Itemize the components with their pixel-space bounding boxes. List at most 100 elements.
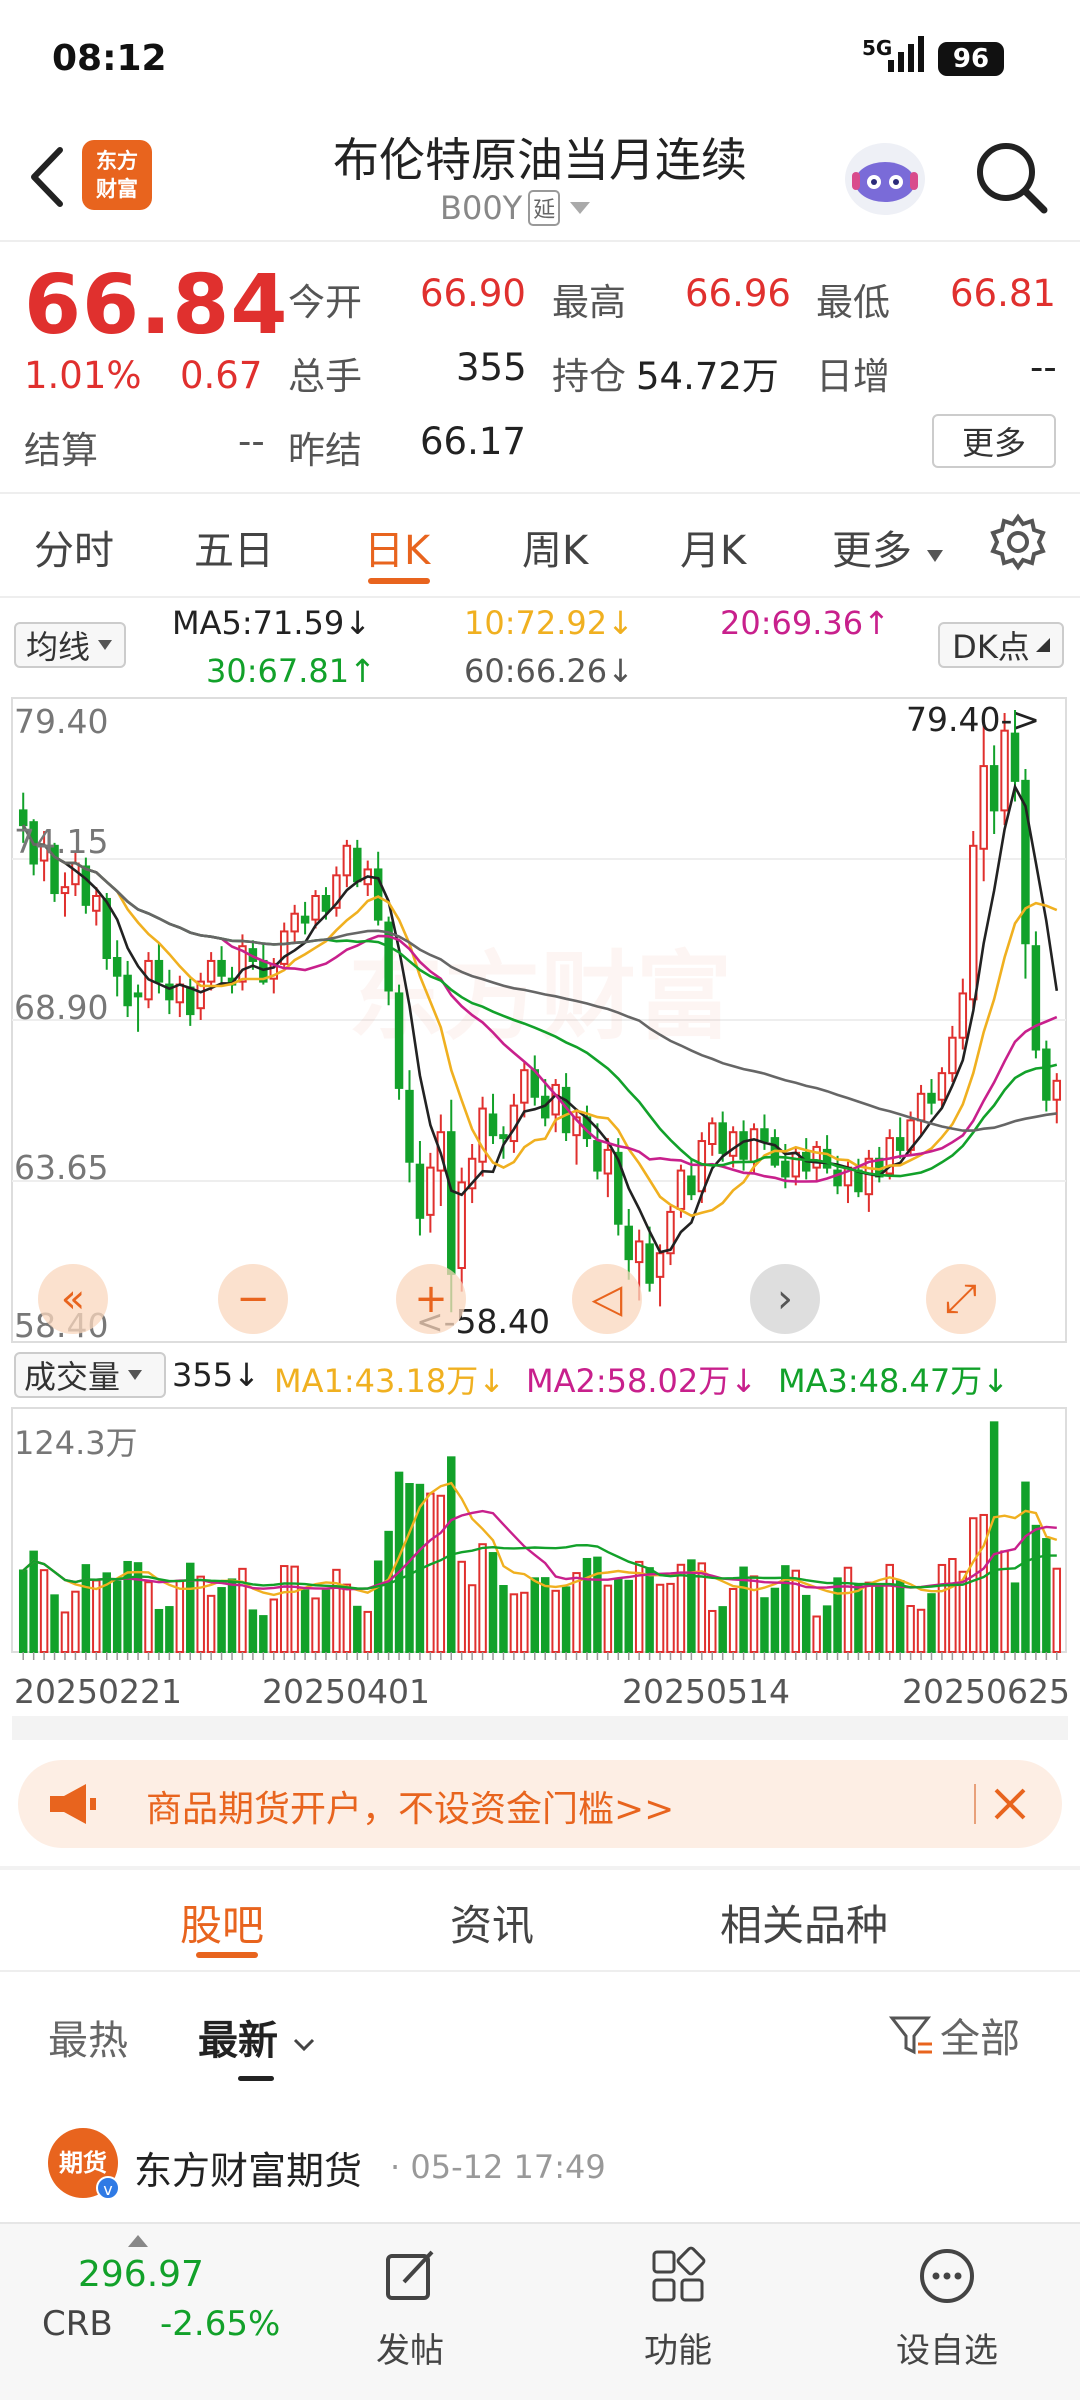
volume-bar-79 — [843, 1566, 853, 1654]
fullscreen-icon[interactable]: ⤢ — [926, 1264, 996, 1334]
candle-body-51 — [551, 1083, 560, 1116]
indicator-selector-label: 均线 — [26, 628, 91, 666]
zoom-out-icon[interactable]: − — [218, 1264, 288, 1334]
volume-bar-63 — [676, 1563, 686, 1654]
filter-hot[interactable]: 最热 — [48, 2008, 128, 2066]
tab-weekly-k[interactable]: 周K — [522, 518, 588, 576]
volume-indicator-selector[interactable]: 成交量 — [14, 1352, 166, 1398]
price-axis-label-3: 68.90 — [14, 988, 109, 1027]
more-quote-button[interactable]: 更多 — [932, 414, 1056, 468]
candle-body-61 — [655, 1252, 665, 1278]
candle-body-88 — [937, 1072, 947, 1101]
settings-gear-icon[interactable] — [988, 512, 1048, 572]
candle-body-9 — [112, 957, 122, 977]
candle-body-98 — [1042, 1048, 1051, 1101]
volume-bar-82 — [875, 1585, 884, 1653]
volume-bar-22 — [248, 1609, 258, 1653]
candlestick-chart[interactable]: 东方财富 — [0, 690, 1080, 1350]
volume-bar-80 — [854, 1583, 863, 1653]
filter-newest[interactable]: 最新 — [198, 2008, 316, 2066]
crb-index-value[interactable]: 296.97 — [78, 2254, 204, 2295]
tab-more[interactable]: 更多 — [832, 518, 945, 576]
volume-label: 总手 — [288, 355, 362, 398]
robot-assistant-icon[interactable] — [842, 136, 928, 222]
tab-five-day[interactable]: 五日 — [194, 518, 274, 576]
volume-bar-44 — [478, 1543, 487, 1653]
candle-body-58 — [624, 1225, 633, 1261]
candle-body-91 — [969, 844, 978, 1001]
volume-selector-label: 成交量 — [24, 1358, 121, 1396]
functions-button[interactable]: 功能 — [628, 2246, 728, 2372]
candle-body-10 — [123, 974, 132, 1007]
promo-banner[interactable]: 商品期货开户，不设资金门槛>> — [18, 1760, 1062, 1848]
close-icon[interactable] — [990, 1784, 1030, 1824]
volume-bar-29 — [321, 1589, 331, 1653]
code-row[interactable]: B00Y 延 — [440, 186, 640, 230]
candle-body-15 — [175, 983, 185, 1004]
dk-point-label: DK点 — [952, 628, 1030, 666]
prev-settle-label: 昨结 — [288, 429, 362, 472]
post-author[interactable]: 东方财富期货 — [134, 2140, 362, 2195]
tab-forum[interactable]: 股吧 — [180, 1892, 264, 1953]
tab-daily-k[interactable]: 日K — [364, 518, 430, 576]
page-title: 布伦特原油当月连续 — [333, 133, 747, 187]
volume-bar-52 — [561, 1586, 571, 1653]
candle-body-38 — [415, 1163, 425, 1219]
settle-label: 结算 — [24, 429, 98, 472]
tab-monthly-k[interactable]: 月K — [680, 518, 746, 576]
candle-body-56 — [603, 1148, 613, 1175]
search-icon[interactable] — [972, 138, 1052, 218]
active-tab-indicator — [368, 578, 430, 584]
crb-index-change: -2.65% — [160, 2304, 281, 2344]
open-interest-value: 54.72万 — [636, 355, 779, 398]
volume-bar-47 — [509, 1593, 519, 1653]
caret-down-icon — [926, 550, 943, 562]
candle-body-48 — [520, 1069, 529, 1104]
zoom-in-icon[interactable]: + — [396, 1264, 466, 1334]
volume-chart[interactable] — [0, 1404, 1080, 1664]
add-watchlist-button[interactable]: 设自选 — [882, 2246, 1012, 2372]
back-icon[interactable] — [22, 142, 72, 212]
step-forward-icon[interactable]: › — [750, 1264, 820, 1334]
dk-point-button[interactable]: DK点 — [938, 622, 1064, 668]
candle-body-90 — [958, 992, 968, 1039]
filter-all-label: 全部 — [940, 2016, 1020, 2062]
volume-bar-43 — [467, 1584, 477, 1653]
ma5-label: MA5:71.59↓ — [172, 604, 372, 642]
candle-body-87 — [927, 1092, 936, 1104]
volume-bar-24 — [269, 1598, 279, 1653]
volume-bar-32 — [353, 1605, 362, 1654]
functions-button-label: 功能 — [644, 2331, 712, 2371]
volume-bar-92 — [979, 1513, 988, 1653]
tab-related[interactable]: 相关品种 — [720, 1892, 888, 1953]
volume-bar-16 — [186, 1562, 195, 1653]
volume-bar-26 — [290, 1565, 299, 1653]
candle-body-94 — [1000, 729, 1009, 812]
volume-bar-39 — [426, 1492, 435, 1653]
volume-bar-93 — [989, 1421, 999, 1653]
volume-bar-56 — [603, 1584, 613, 1653]
post-button[interactable]: 发帖 — [360, 2246, 460, 2372]
step-back-icon[interactable]: ◁ — [572, 1264, 642, 1334]
tab-intraday[interactable]: 分时 — [34, 518, 114, 576]
volume-bar-96 — [1021, 1481, 1030, 1653]
indicator-selector[interactable]: 均线 — [14, 622, 126, 668]
volume-bar-18 — [206, 1594, 216, 1653]
post-time: · 05-12 17:49 — [390, 2148, 606, 2186]
candle-body-44 — [478, 1107, 487, 1163]
high-label: 最高 — [552, 281, 626, 324]
promo-text: 商品期货开户，不设资金门槛>> — [146, 1789, 675, 1830]
tab-news[interactable]: 资讯 — [450, 1892, 534, 1953]
candle-body-37 — [405, 1089, 414, 1163]
filter-all[interactable]: 全部 — [888, 2006, 1020, 2064]
candle-body-55 — [593, 1140, 602, 1172]
scroll-left-icon[interactable]: « — [38, 1264, 108, 1334]
volume-bar-15 — [175, 1579, 185, 1653]
volume-bar-62 — [666, 1582, 675, 1654]
change-percent: 1.01% — [24, 354, 142, 397]
volume-bar-48 — [520, 1591, 529, 1654]
volume-bar-31 — [342, 1583, 352, 1653]
volume-bar-94 — [1000, 1550, 1009, 1654]
candle-body-66 — [708, 1122, 717, 1146]
volume-bar-66 — [708, 1609, 717, 1654]
